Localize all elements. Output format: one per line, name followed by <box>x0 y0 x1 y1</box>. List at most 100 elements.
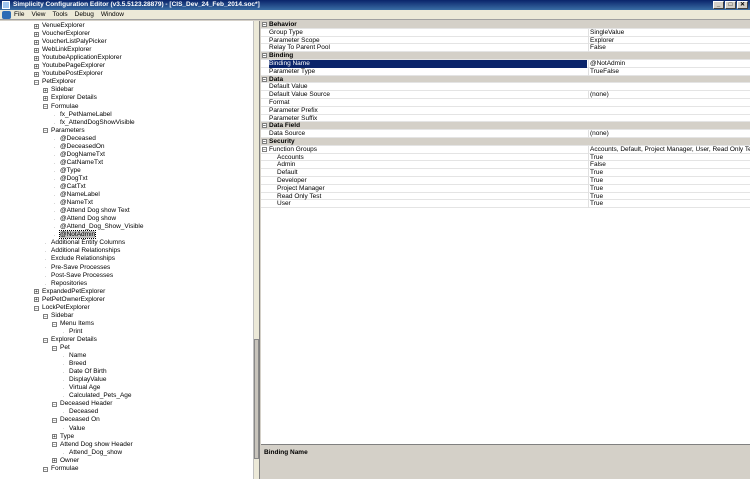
property-row[interactable]: Default True <box>261 169 750 177</box>
property-row[interactable]: Parameter Type TrueFalse <box>261 67 750 76</box>
property-category[interactable]: − Data Field <box>261 122 750 131</box>
property-row[interactable]: Parameter Scope Explorer <box>261 36 750 45</box>
property-name: Parameter Type <box>269 67 316 75</box>
tree-scrollbar-thumb[interactable] <box>254 339 259 459</box>
collapse-icon[interactable]: − <box>262 53 267 59</box>
close-button[interactable]: ✕ <box>737 1 748 9</box>
collapse-icon[interactable]: − <box>43 466 48 472</box>
tree-node[interactable]: − Formulae <box>43 465 78 474</box>
property-category[interactable]: − Binding <box>261 52 750 60</box>
property-value[interactable]: (none) <box>588 91 750 99</box>
property-name: Default Value <box>269 83 308 91</box>
tree-node-label: Sidebar <box>51 311 74 319</box>
tree-node-label: @CatNameTxt <box>60 158 104 166</box>
property-row[interactable]: Relay To Parent Pool False <box>261 44 750 53</box>
collapse-icon[interactable]: − <box>52 345 57 351</box>
tree-node-label: @Type <box>60 166 81 174</box>
collapse-icon[interactable]: − <box>262 22 267 28</box>
property-value[interactable]: Explorer <box>588 36 750 45</box>
property-row[interactable]: User True <box>261 200 750 209</box>
maximize-button[interactable]: □ <box>725 1 736 9</box>
tree-node-label: Value <box>69 424 86 432</box>
property-value[interactable]: True <box>588 169 750 177</box>
collapse-icon[interactable]: − <box>34 305 39 311</box>
collapse-icon[interactable]: − <box>262 76 267 82</box>
property-row[interactable]: Data Source (none) <box>261 130 750 138</box>
expand-icon[interactable]: + <box>52 458 57 464</box>
property-value[interactable]: Accounts, Default, Project Manager, User… <box>588 145 750 154</box>
window-title: Simplicity Configuration Editor (v3.5.51… <box>13 1 260 8</box>
collapse-icon[interactable]: − <box>52 418 57 424</box>
property-row[interactable]: − Function Groups Accounts, Default, Proje… <box>261 145 750 154</box>
expand-icon[interactable]: + <box>34 64 39 70</box>
collapse-icon[interactable]: − <box>262 123 267 129</box>
collapse-icon[interactable]: − <box>43 313 48 319</box>
property-row[interactable]: Parameter Prefix <box>261 107 750 115</box>
property-row[interactable]: Accounts True <box>261 153 750 162</box>
expand-icon[interactable]: + <box>34 39 39 45</box>
expand-icon[interactable]: + <box>43 96 48 102</box>
expand-icon[interactable]: + <box>34 72 39 78</box>
property-row[interactable]: Binding Name @NotAdmin <box>261 60 750 68</box>
property-description-pane: Binding Name <box>261 444 750 479</box>
expand-icon[interactable]: + <box>34 47 39 53</box>
collapse-icon[interactable]: − <box>262 139 267 145</box>
property-name: Default <box>277 169 298 177</box>
collapse-icon[interactable]: − <box>43 337 48 343</box>
collapse-icon[interactable]: − <box>43 104 48 110</box>
property-row[interactable]: Parameter Suffix <box>261 115 750 123</box>
expand-icon[interactable]: + <box>34 31 39 37</box>
property-row[interactable]: Read Only Test True <box>261 192 750 201</box>
tree-scrollbar[interactable] <box>253 21 259 479</box>
property-name: Function Groups <box>269 145 318 153</box>
expand-icon[interactable]: + <box>34 23 39 29</box>
property-name: Data Source <box>269 130 306 138</box>
property-row[interactable]: Admin False <box>261 161 750 170</box>
property-value[interactable]: (none) <box>588 130 750 138</box>
system-menu-icon[interactable] <box>2 11 11 19</box>
property-grid[interactable]: − Behavior Group Type SingleValue Parameter … <box>261 21 750 444</box>
collapse-icon[interactable]: − <box>43 128 48 134</box>
expand-icon[interactable]: + <box>43 88 48 94</box>
property-value[interactable]: False <box>588 44 750 53</box>
property-row[interactable]: Group Type SingleValue <box>261 28 750 37</box>
property-row[interactable]: Developer True <box>261 177 750 185</box>
expand-icon[interactable]: + <box>52 434 57 440</box>
property-row[interactable]: Project Manager True <box>261 184 750 193</box>
property-value[interactable]: True <box>588 153 750 162</box>
collapse-icon[interactable]: − <box>52 402 57 408</box>
menu-tools[interactable]: Tools <box>52 10 67 20</box>
minimize-button[interactable]: _ <box>713 1 724 9</box>
menu-file[interactable]: File <box>14 10 24 20</box>
property-category[interactable]: − Data <box>261 75 750 84</box>
expand-icon[interactable]: + <box>34 55 39 61</box>
property-row[interactable]: Default Value Source (none) <box>261 91 750 99</box>
expand-icon[interactable]: + <box>34 297 39 303</box>
menu-debug[interactable]: Debug <box>75 10 94 20</box>
collapse-icon[interactable]: − <box>52 442 57 448</box>
property-category[interactable]: − Behavior <box>261 21 750 29</box>
property-name: Read Only Test <box>277 192 322 200</box>
tree-node-label: Additional Entity Columns <box>51 239 126 247</box>
tree-node-label: Deceased Header <box>60 400 113 408</box>
property-category[interactable]: − Security <box>261 138 750 146</box>
property-value[interactable]: SingleValue <box>588 28 750 37</box>
menu-window[interactable]: Window <box>101 10 124 20</box>
collapse-icon[interactable]: − <box>34 80 39 86</box>
property-value[interactable]: @NotAdmin <box>588 60 750 68</box>
tree-node-label: @CatTxt <box>60 183 86 190</box>
property-value[interactable]: True <box>588 184 750 193</box>
expand-icon[interactable]: + <box>34 289 39 295</box>
configuration-tree[interactable]: + VenueExplorer + VoucherExplorer + VoucherLi… <box>0 21 260 479</box>
property-value[interactable]: True <box>588 177 750 185</box>
collapse-icon[interactable]: − <box>52 321 57 327</box>
property-row[interactable]: Default Value <box>261 83 750 92</box>
property-value[interactable]: True <box>588 200 750 209</box>
property-value[interactable]: TrueFalse <box>588 67 750 76</box>
menu-view[interactable]: View <box>31 10 45 20</box>
property-value[interactable]: False <box>588 161 750 170</box>
property-value[interactable]: True <box>588 192 750 201</box>
property-row[interactable]: Format <box>261 99 750 107</box>
property-name: Default Value Source <box>269 91 330 99</box>
collapse-icon[interactable]: − <box>262 146 267 152</box>
